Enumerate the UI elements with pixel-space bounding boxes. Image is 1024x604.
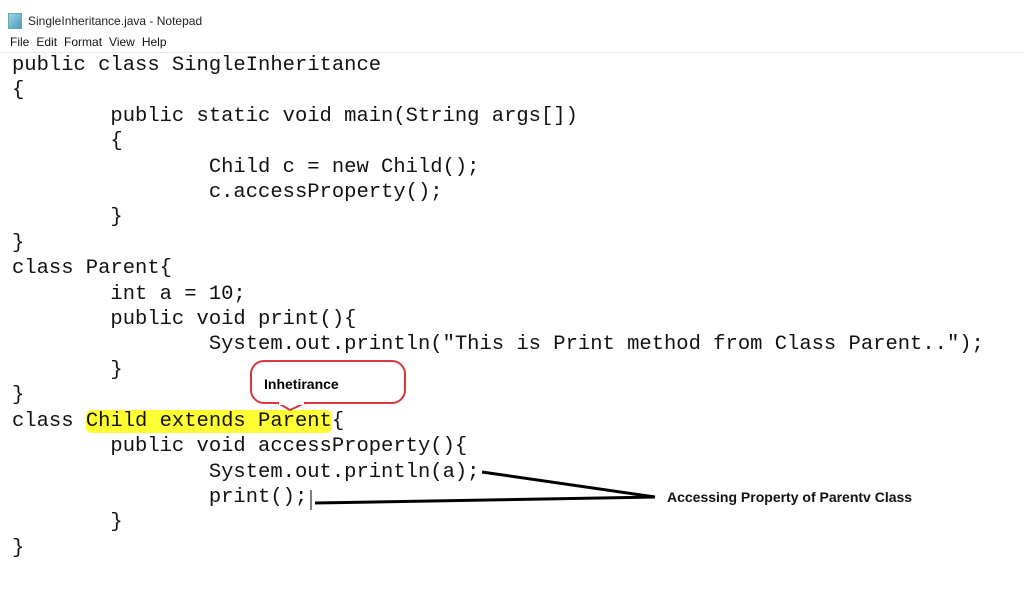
annotation-note: Accessing Property of Parentv Class: [667, 489, 913, 505]
callout-pointer: [274, 402, 306, 412]
callout-text: Inhetirance: [264, 376, 339, 392]
arrow-line-1: [481, 470, 656, 499]
annotation-arrows: [274, 402, 656, 510]
arrow-line-2: [314, 495, 656, 505]
inheritance-callout: Inhetirance: [250, 360, 406, 404]
